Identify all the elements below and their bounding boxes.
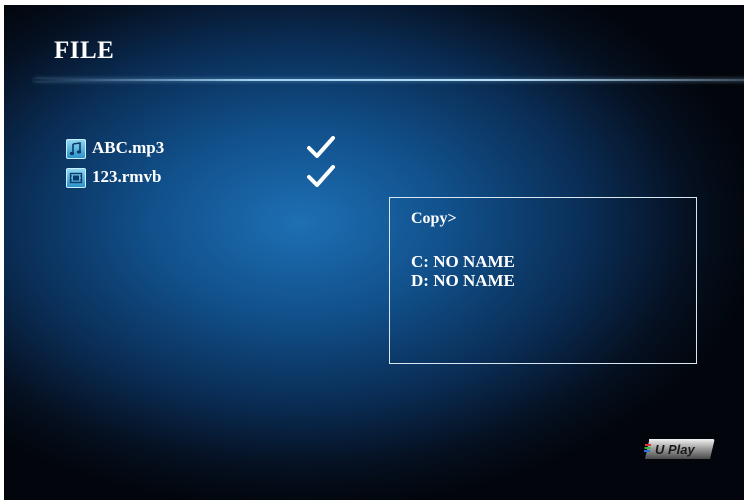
checkmark-icon: [307, 136, 335, 158]
logo-text: U Play: [655, 442, 696, 457]
file-name: ABC.mp3: [92, 138, 165, 157]
page-title: FILE: [54, 37, 115, 64]
uplay-logo: U Play: [644, 439, 715, 459]
drive-option-c[interactable]: C: NO NAME: [411, 253, 515, 271]
copy-menu-title: Copy>: [411, 210, 457, 227]
file-item-abc-mp3[interactable]: ABC.mp3: [66, 135, 366, 164]
file-browser-screen: FILE ABC.mp3 123.rmvb Copy> C: NO NAME D…: [4, 5, 744, 500]
file-item-123-rmvb[interactable]: 123.rmvb: [66, 164, 366, 193]
checkmark-icon: [307, 165, 335, 187]
title-divider: [34, 79, 744, 81]
file-list: ABC.mp3 123.rmvb: [66, 135, 366, 193]
copy-destination-menu: Copy> C: NO NAME D: NO NAME: [389, 197, 697, 364]
video-file-icon: [66, 168, 86, 188]
drive-option-d[interactable]: D: NO NAME: [411, 272, 515, 290]
file-name: 123.rmvb: [92, 167, 162, 186]
music-file-icon: [66, 139, 86, 159]
